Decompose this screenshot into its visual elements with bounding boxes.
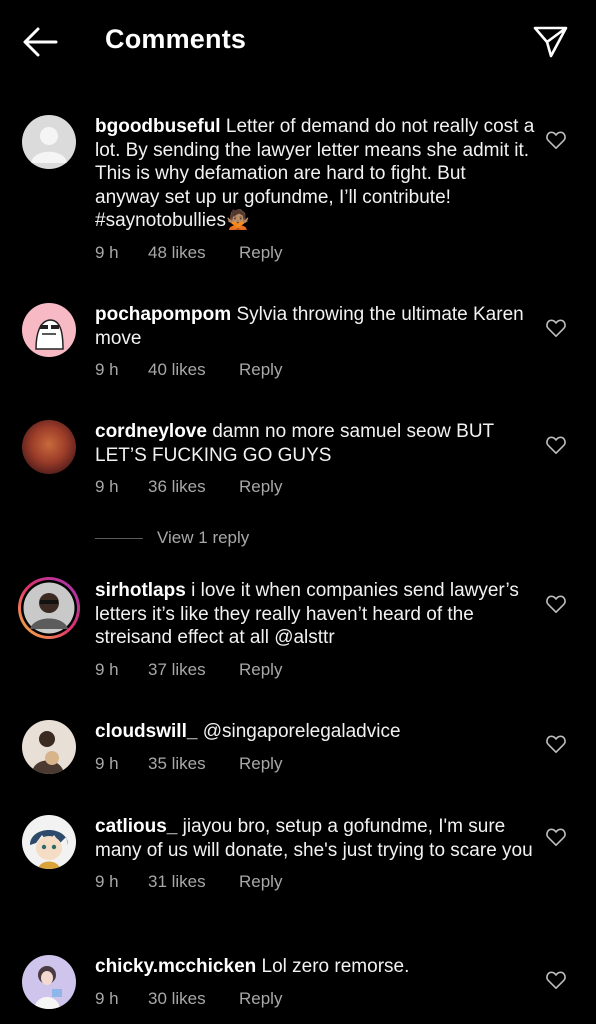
avatar[interactable] [22, 955, 76, 1009]
avatar[interactable] [22, 303, 76, 357]
comment-meta: 9 h 37 likes Reply [95, 660, 535, 680]
reply-button[interactable]: Reply [239, 360, 282, 380]
comment-meta: 9 h 36 likes Reply [95, 477, 535, 497]
comment-meta: 9 h 40 likes Reply [95, 360, 535, 380]
heart-outline-icon[interactable] [545, 130, 567, 150]
page-title: Comments [105, 24, 247, 54]
comment-likes[interactable]: 35 likes [148, 754, 239, 774]
comment-username[interactable]: chicky.mcchicken [95, 956, 256, 977]
anime-avatar-icon [22, 815, 76, 869]
comment-likes[interactable]: 31 likes [148, 872, 239, 892]
comment-text: cloudswill_ @singaporelegaladvice [95, 720, 535, 744]
comment-text: bgoodbuseful Letter of demand do not rea… [95, 115, 535, 233]
heart-outline-icon[interactable] [545, 318, 567, 338]
comment-time: 9 h [95, 988, 119, 1008]
header: Comments [0, 0, 596, 84]
comment-text: pochapompom Sylvia throwing the ultimate… [95, 303, 535, 350]
comment-time: 9 h [95, 753, 119, 773]
comment-time: 9 h [95, 360, 119, 379]
comment-content: Lol zero remorse. [261, 956, 410, 977]
avatar[interactable] [22, 815, 76, 869]
divider [95, 537, 143, 539]
view-replies-button[interactable]: View 1 reply [95, 526, 249, 550]
reply-button[interactable]: Reply [239, 989, 282, 1009]
back-button[interactable] [22, 26, 58, 58]
comment-text: chicky.mcchicken Lol zero remorse. [95, 955, 535, 979]
comment-meta: 9 h 35 likes Reply [95, 754, 535, 774]
reply-button[interactable]: Reply [239, 477, 282, 497]
heart-outline-icon[interactable] [545, 594, 567, 614]
illustrated-avatar-icon [22, 955, 76, 1009]
story-ring-avatar-icon [21, 580, 77, 636]
reply-button[interactable]: Reply [239, 872, 282, 892]
comment-meta: 9 h 30 likes Reply [95, 989, 535, 1009]
photo-avatar-icon [22, 720, 76, 774]
heart-outline-icon[interactable] [545, 435, 567, 455]
heart-outline-icon[interactable] [545, 970, 567, 990]
comment-username[interactable]: cordneylove [95, 421, 207, 442]
comment-username[interactable]: catlious_ [95, 816, 177, 837]
comment-text: catlious_ jiayou bro, setup a gofundme, … [95, 815, 535, 862]
comment-username[interactable]: pochapompom [95, 304, 231, 325]
paper-plane-icon [533, 26, 568, 58]
comment-likes[interactable]: 37 likes [148, 660, 239, 680]
avatar[interactable] [22, 720, 76, 774]
comment-text: sirhotlaps i love it when companies send… [95, 579, 535, 650]
comment-username[interactable]: bgoodbuseful [95, 116, 221, 137]
heart-outline-icon[interactable] [545, 827, 567, 847]
cartoon-avatar-icon [22, 303, 76, 357]
comment-meta: 9 h 48 likes Reply [95, 243, 535, 263]
default-avatar-icon [22, 115, 76, 169]
comment-time: 9 h [95, 242, 119, 262]
heart-outline-icon[interactable] [545, 734, 567, 754]
comment-likes[interactable]: 30 likes [148, 989, 239, 1009]
comment-username[interactable]: cloudswill_ [95, 721, 197, 742]
comment-likes[interactable]: 40 likes [148, 360, 239, 380]
blurred-photo-avatar-icon [22, 420, 76, 474]
share-button[interactable] [531, 22, 569, 60]
comment-time: 9 h [95, 477, 119, 496]
view-replies-label: View 1 reply [157, 528, 250, 547]
reply-button[interactable]: Reply [239, 660, 282, 680]
comment-time: 9 h [95, 872, 119, 891]
arrow-left-icon [23, 27, 58, 57]
comment-likes[interactable]: 36 likes [148, 477, 239, 497]
comment-likes[interactable]: 48 likes [148, 243, 239, 263]
comment-content: @singaporelegaladvice [202, 721, 401, 742]
avatar[interactable] [18, 577, 80, 639]
comment-text: cordneylove damn no more samuel seow BUT… [95, 420, 535, 467]
avatar[interactable] [22, 115, 76, 169]
comment-meta: 9 h 31 likes Reply [95, 872, 535, 892]
reply-button[interactable]: Reply [239, 243, 282, 263]
comment-username[interactable]: sirhotlaps [95, 580, 186, 601]
comment-time: 9 h [95, 659, 119, 679]
reply-button[interactable]: Reply [239, 754, 282, 774]
avatar[interactable] [22, 420, 76, 474]
